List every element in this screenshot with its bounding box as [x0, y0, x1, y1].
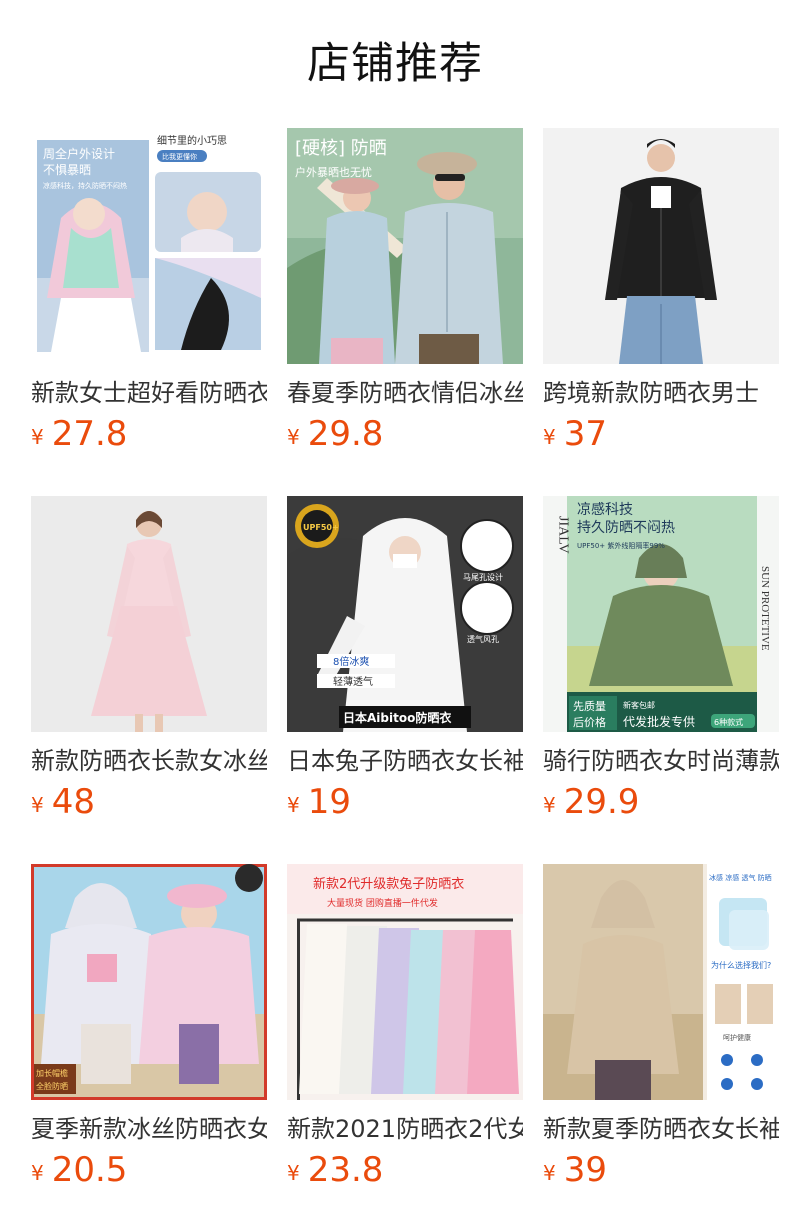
overlay-sub: 不惧暴晒 [43, 162, 91, 177]
price-value: 20.5 [51, 1150, 128, 1190]
product-name[interactable]: 春夏季防晒衣情侣冰丝 [287, 376, 523, 410]
product-image[interactable] [31, 496, 267, 732]
product-grid: 周全户外设计 不惧暴晒 凉感科技，持久防晒不闷热 细节里的小巧思 比我更懂你 新… [31, 128, 779, 1232]
product-image[interactable]: [硬核] 防晒 户外暴晒也无忧 [287, 128, 523, 364]
overlay-detail-1: 马尾孔设计 [463, 572, 503, 582]
overlay-spec: UPF50+ 紫外线阻隔率99% [577, 541, 665, 550]
overlay-styles: 6种款式 [714, 717, 743, 727]
product-price: ¥37 [543, 414, 779, 454]
product-name[interactable]: 夏季新款冰丝防晒衣女 [31, 1112, 267, 1146]
product-card[interactable]: 冰感 凉感 透气 防晒 为什么选择我们? 呵护健康 新款夏季防晒衣女长袖 ¥39 [543, 864, 779, 1232]
product-image[interactable]: 加长帽檐 全脸防晒 [31, 864, 267, 1100]
overlay-tag-2: 轻薄透气 [333, 675, 373, 688]
overlay-head: [硬核] 防晒 [295, 138, 387, 159]
currency-symbol: ¥ [287, 793, 300, 817]
product-price: ¥29.8 [287, 414, 523, 454]
overlay-detail-2: 透气风孔 [467, 634, 499, 644]
product-price: ¥29.9 [543, 782, 779, 822]
price-value: 27.8 [51, 414, 128, 454]
product-name[interactable]: 新款女士超好看防晒衣 [31, 376, 267, 410]
product-name[interactable]: 骑行防晒衣女时尚薄款 [543, 744, 779, 778]
product-image[interactable]: JIALV SUN PROTETIVE 凉感科技 持久防晒不闷热 UPF50+ … [543, 496, 779, 732]
product-card[interactable]: 跨境新款防晒衣男士 ¥37 [543, 128, 779, 496]
product-image[interactable]: 周全户外设计 不惧暴晒 凉感科技，持久防晒不闷热 细节里的小巧思 比我更懂你 [31, 128, 267, 364]
product-name[interactable]: 日本兔子防晒衣女长袖 [287, 744, 523, 778]
currency-symbol: ¥ [31, 1161, 44, 1185]
overlay-care: 呵护健康 [723, 1033, 751, 1042]
overlay-head: 新款2代升级款兔子防晒衣 [313, 876, 464, 892]
product-price: ¥48 [31, 782, 267, 822]
product-image[interactable] [543, 128, 779, 364]
product-image[interactable]: 新款2代升级款兔子防晒衣 大量现货 团购直播一件代发 [287, 864, 523, 1100]
overlay-note: 凉感科技，持久防晒不闷热 [43, 181, 127, 190]
product-price: ¥27.8 [31, 414, 267, 454]
product-card[interactable]: JIALV SUN PROTETIVE 凉感科技 持久防晒不闷热 UPF50+ … [543, 496, 779, 864]
currency-symbol: ¥ [287, 1161, 300, 1185]
overlay-tag-2: 后价格 [573, 715, 606, 729]
overlay-wholesale: 代发批发专供 [623, 714, 695, 729]
overlay-head: 冰感 凉感 透气 防晒 [709, 873, 772, 882]
product-image[interactable]: 冰感 凉感 透气 防晒 为什么选择我们? 呵护健康 [543, 864, 779, 1100]
product-name[interactable]: 新款夏季防晒衣女长袖 [543, 1112, 779, 1146]
product-card[interactable]: 新款防晒衣长款女冰丝 ¥48 [31, 496, 267, 864]
overlay-left-vertical: JIALV [556, 516, 571, 554]
product-card[interactable]: 加长帽檐 全脸防晒 夏季新款冰丝防晒衣女 ¥20.5 [31, 864, 267, 1232]
overlay-side-tag: 比我更懂你 [162, 152, 197, 161]
currency-symbol: ¥ [287, 425, 300, 449]
overlay-right-vertical: SUN PROTETIVE [759, 566, 771, 651]
overlay-badge: UPF50+ [303, 523, 339, 532]
price-value: 39 [563, 1150, 607, 1190]
price-value: 29.9 [563, 782, 640, 822]
currency-symbol: ¥ [31, 425, 44, 449]
overlay-sub: 持久防晒不闷热 [577, 520, 675, 536]
price-value: 19 [307, 782, 351, 822]
overlay-brand: 日本Aibitoo防晒衣 [343, 710, 451, 725]
store-recommend-page: 店铺推荐 周全户外设计 不惧暴晒 凉感科技，持久防晒不闷热 细节里的小巧思 比我… [0, 0, 790, 1232]
currency-symbol: ¥ [543, 1161, 556, 1185]
product-card[interactable]: UPF50+ 马尾孔设计 透气风孔 8倍冰爽 轻薄透气 日本Aibitoo防晒衣… [287, 496, 523, 864]
overlay-tag-1: 8倍冰爽 [333, 655, 369, 668]
overlay-tag-1: 先质量 [573, 700, 606, 713]
overlay-sub: 户外暴晒也无忧 [295, 165, 372, 179]
product-price: ¥20.5 [31, 1150, 267, 1190]
currency-symbol: ¥ [543, 425, 556, 449]
price-value: 37 [563, 414, 607, 454]
product-name[interactable]: 新款2021防晒衣2代女 [287, 1112, 523, 1146]
product-card[interactable]: 周全户外设计 不惧暴晒 凉感科技，持久防晒不闷热 细节里的小巧思 比我更懂你 新… [31, 128, 267, 496]
product-image[interactable]: UPF50+ 马尾孔设计 透气风孔 8倍冰爽 轻薄透气 日本Aibitoo防晒衣 [287, 496, 523, 732]
overlay-head: 周全户外设计 [43, 146, 115, 161]
overlay-head: 凉感科技 [577, 501, 633, 518]
currency-symbol: ¥ [31, 793, 44, 817]
overlay-tag-2: 全脸防晒 [36, 1081, 68, 1091]
product-card[interactable]: 新款2代升级款兔子防晒衣 大量现货 团购直播一件代发 新款2021防晒衣2代女 … [287, 864, 523, 1232]
product-price: ¥19 [287, 782, 523, 822]
overlay-question: 为什么选择我们? [711, 960, 771, 970]
price-value: 29.8 [307, 414, 384, 454]
overlay-tag-1: 加长帽檐 [36, 1068, 68, 1078]
product-card[interactable]: [硬核] 防晒 户外暴晒也无忧 春夏季防晒衣情侣冰丝 ¥29.8 [287, 128, 523, 496]
overlay-sub: 大量现货 团购直播一件代发 [327, 897, 438, 909]
price-value: 48 [51, 782, 95, 822]
price-value: 23.8 [307, 1150, 384, 1190]
product-name[interactable]: 跨境新款防晒衣男士 [543, 376, 779, 410]
product-price: ¥23.8 [287, 1150, 523, 1190]
overlay-ship: 新客包邮 [623, 700, 655, 710]
overlay-side-title: 细节里的小巧思 [157, 134, 227, 147]
product-name[interactable]: 新款防晒衣长款女冰丝 [31, 744, 267, 778]
currency-symbol: ¥ [543, 793, 556, 817]
product-price: ¥39 [543, 1150, 779, 1190]
section-title: 店铺推荐 [307, 39, 483, 89]
